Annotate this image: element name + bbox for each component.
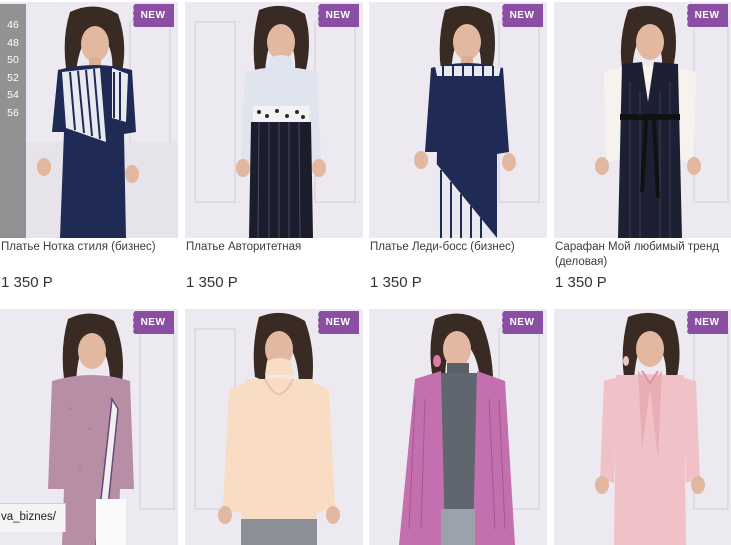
new-badge: NEW (501, 311, 543, 334)
product-photo[interactable] (185, 2, 363, 238)
model-photo-white-blouse-sarafan (554, 2, 731, 238)
size-option[interactable]: 56 (0, 105, 26, 123)
new-badge-label: NEW (694, 317, 720, 328)
size-overlay: 46 48 50 52 54 56 (0, 4, 26, 238)
product-price: 1 350 Р (555, 274, 607, 291)
product-photo[interactable] (185, 309, 363, 545)
product-price: 1 350 Р (1, 274, 53, 291)
product-name[interactable]: Платье Леди-босс (бизнес) (370, 240, 546, 255)
size-option[interactable]: 54 (0, 87, 26, 105)
size-option[interactable]: 50 (0, 52, 26, 70)
new-badge: NEW (501, 4, 543, 27)
new-badge-label: NEW (140, 10, 166, 21)
product-photo[interactable] (554, 2, 731, 238)
product-photo[interactable] (369, 2, 547, 238)
model-photo-cream-blouse (185, 309, 363, 545)
status-bar-link-preview: va_biznes/ (0, 503, 66, 532)
new-badge: NEW (686, 4, 728, 27)
model-photo-lightblue-pinstripe-dress (185, 2, 363, 238)
product-photo[interactable] (554, 309, 731, 545)
new-badge-label: NEW (140, 317, 166, 328)
size-option[interactable]: 52 (0, 70, 26, 88)
new-badge-label: NEW (325, 10, 351, 21)
size-option[interactable]: 46 (0, 17, 26, 35)
model-photo-navy-stripe-dress (0, 2, 178, 238)
product-price: 1 350 Р (370, 274, 422, 291)
new-badge-label: NEW (325, 317, 351, 328)
product-name[interactable]: Платье Нотка стиля (бизнес) (1, 240, 177, 255)
new-badge-label: NEW (509, 10, 535, 21)
new-badge: NEW (317, 4, 359, 27)
product-name[interactable]: Платье Авторитетная (186, 240, 362, 255)
product-price: 1 350 Р (186, 274, 238, 291)
product-name[interactable]: Сарафан Мой любимый тренд (деловая) (555, 240, 731, 270)
new-badge: NEW (132, 4, 174, 27)
product-grid: NEW 46 48 50 52 54 56 Платье Нотка стиля… (0, 0, 731, 545)
size-option[interactable]: 48 (0, 35, 26, 53)
new-badge: NEW (317, 311, 359, 334)
product-photo[interactable] (0, 2, 178, 238)
model-photo-pink-bow-blouse (554, 309, 731, 545)
new-badge: NEW (686, 311, 728, 334)
new-badge-label: NEW (509, 317, 535, 328)
new-badge-label: NEW (694, 10, 720, 21)
model-photo-navy-diagonal-dress (369, 2, 547, 238)
model-photo-purple-cardigan (369, 309, 547, 545)
new-badge: NEW (132, 311, 174, 334)
product-photo[interactable] (369, 309, 547, 545)
